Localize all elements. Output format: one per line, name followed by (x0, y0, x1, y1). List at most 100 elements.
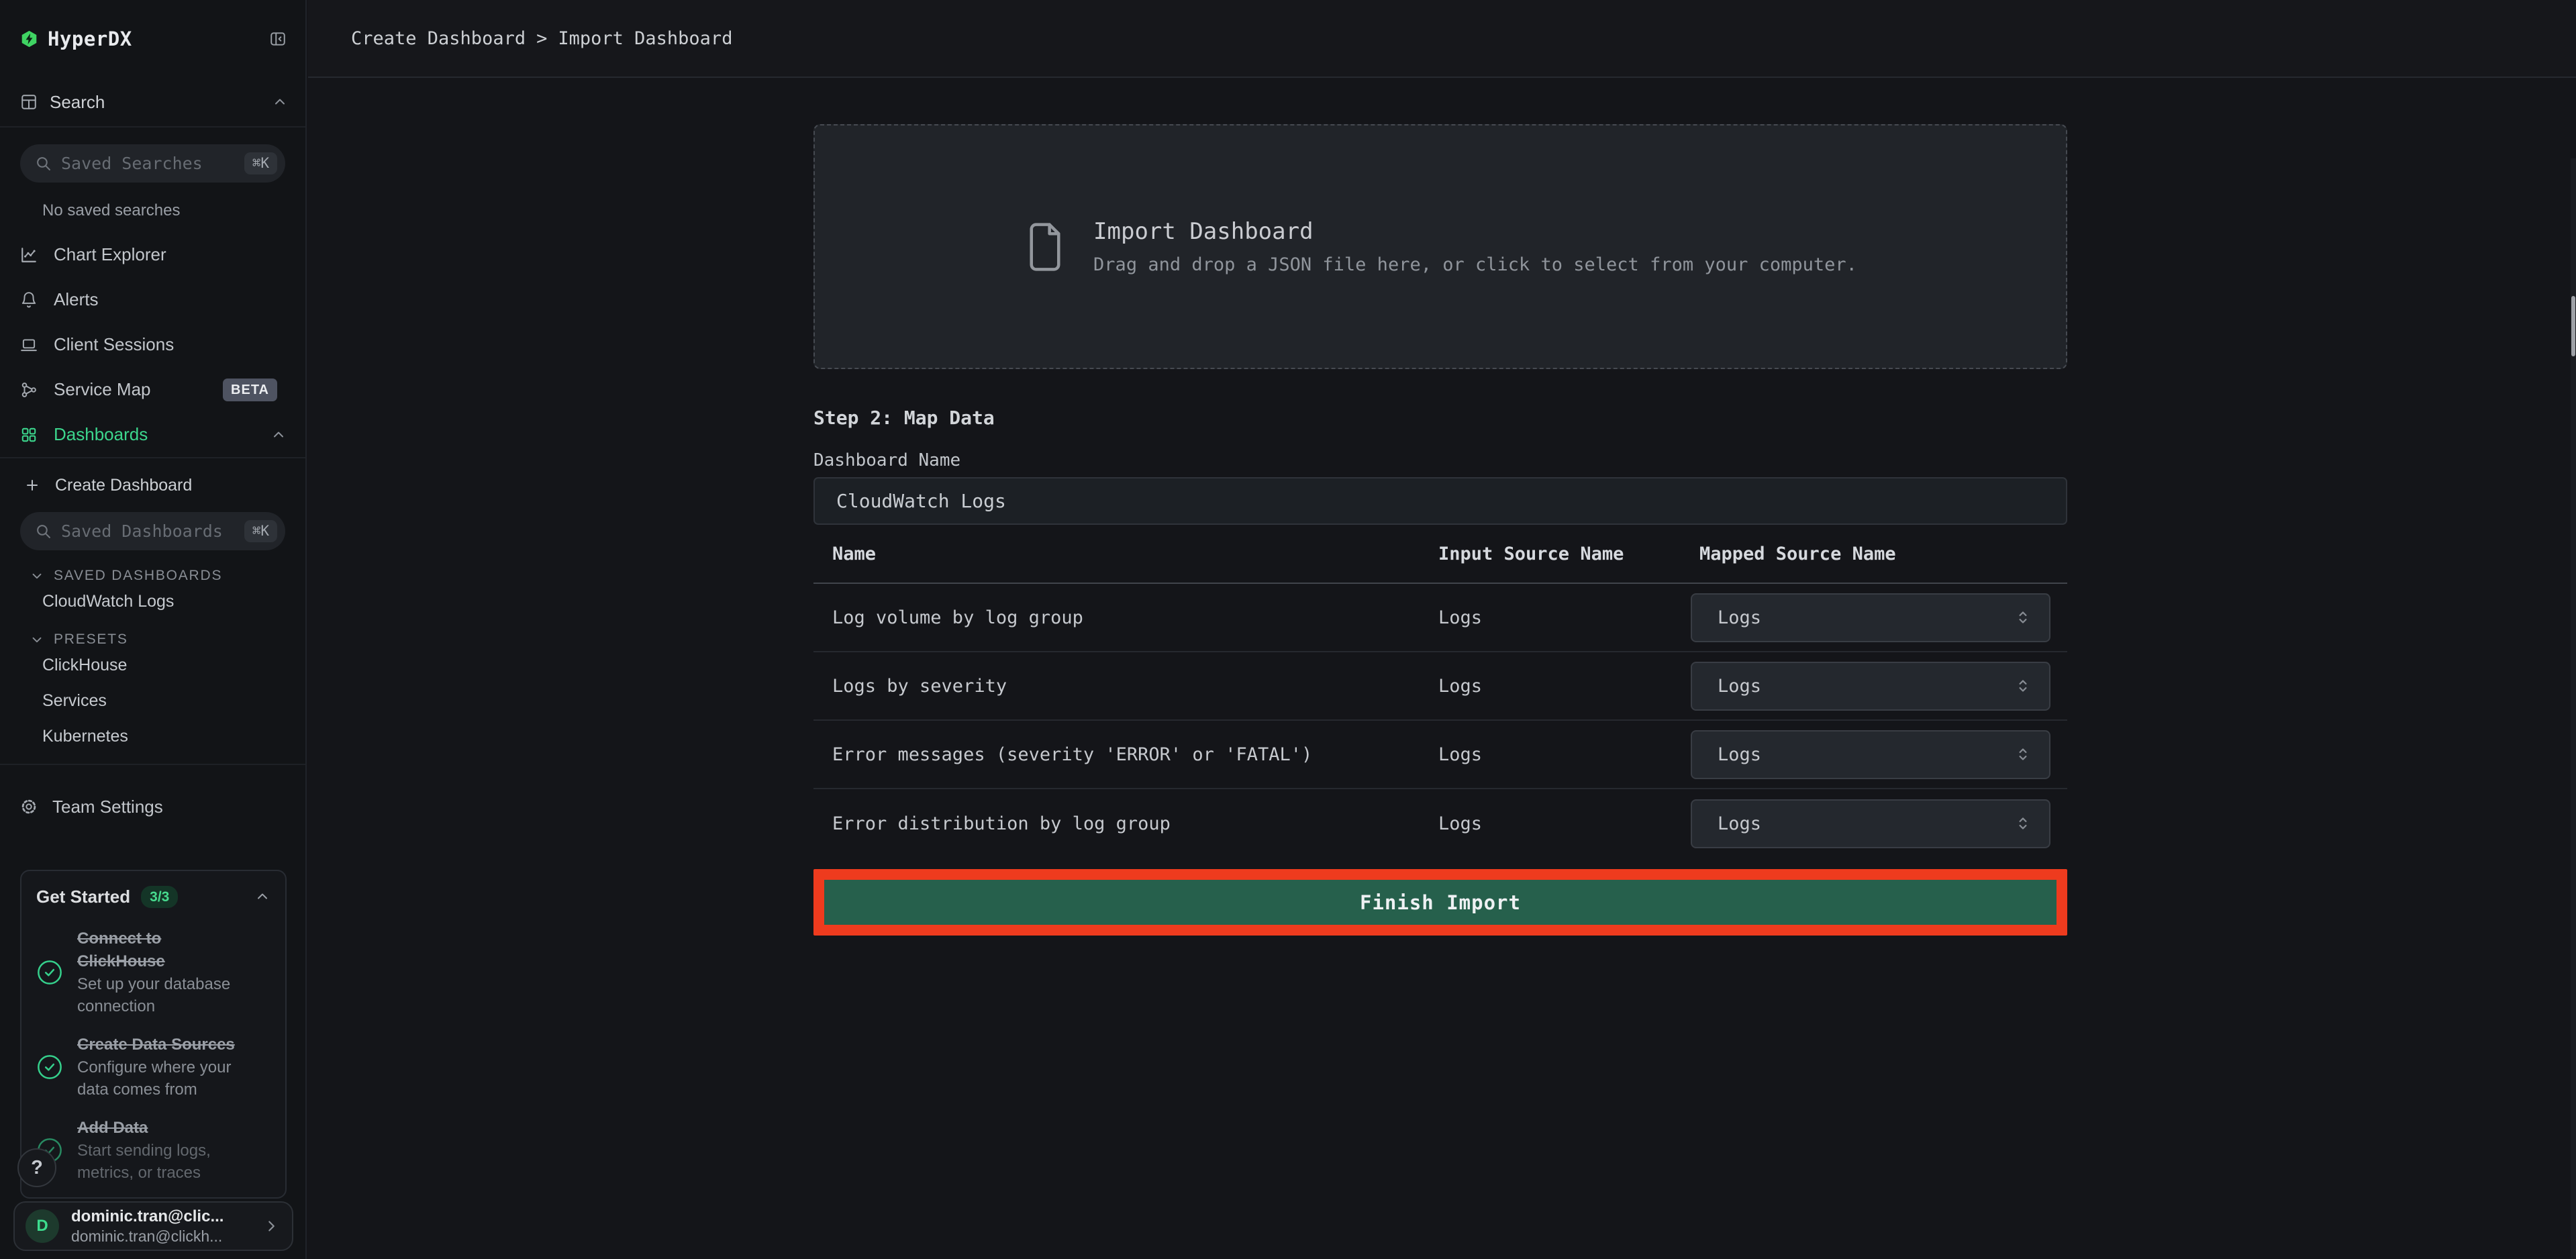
dashboard-name-label: Dashboard Name (813, 450, 2067, 470)
team-settings-button[interactable]: Team Settings (0, 783, 305, 831)
get-started-progress-badge: 3/3 (141, 886, 178, 908)
search-icon (35, 523, 52, 540)
laptop-icon (20, 336, 38, 354)
bell-icon (20, 291, 38, 309)
sidebar-item-chart-explorer[interactable]: Chart Explorer (0, 232, 305, 277)
logo-text: HyperDX (48, 28, 132, 50)
sidebar-item-alerts[interactable]: Alerts (0, 277, 305, 322)
service-map-icon (20, 381, 38, 399)
sidebar-item-label: Dashboards (54, 424, 148, 445)
check-circle-icon (36, 959, 63, 986)
create-dashboard-label: Create Dashboard (55, 476, 192, 495)
breadcrumb-import-dashboard[interactable]: Import Dashboard (558, 28, 732, 49)
mapped-source-select[interactable]: Logs (1691, 593, 2050, 642)
sidebar-header: HyperDX (0, 0, 305, 78)
chart-explorer-icon (20, 246, 38, 264)
mapped-source-value: Logs (1718, 676, 2013, 697)
scrollbar-track[interactable] (2571, 158, 2576, 1259)
collapse-sidebar-icon[interactable] (269, 30, 287, 48)
table-header-row: Name Input Source Name Mapped Source Nam… (813, 525, 2067, 584)
chevron-down-icon (30, 632, 44, 647)
topbar: Create Dashboard > Import Dashboard (308, 0, 2576, 78)
sidebar-item-service-map[interactable]: Service Map BETA (0, 367, 305, 412)
sidebar-section-search[interactable]: Search (0, 78, 305, 128)
group-label: SAVED DASHBOARDS (54, 568, 222, 584)
column-header-name: Name (813, 544, 1438, 564)
beta-badge: BETA (223, 379, 277, 401)
avatar: D (26, 1209, 59, 1243)
user-name: dominic.tran@clic... (71, 1207, 250, 1227)
saved-dashboards-searchbox[interactable]: ⌘K (20, 512, 285, 550)
get-started-item-title: Add Data (77, 1117, 245, 1140)
mapped-source-select[interactable]: Logs (1691, 799, 2050, 848)
chevron-right-icon (262, 1217, 280, 1235)
sidebar-item-label: Service Map (54, 379, 151, 400)
user-email: dominic.tran@clickh... (71, 1227, 250, 1246)
import-dropzone[interactable]: Import Dashboard Drag and drop a JSON fi… (813, 124, 2067, 369)
source-mapping-table: Name Input Source Name Mapped Source Nam… (813, 525, 2067, 858)
get-started-title: Get Started (36, 887, 130, 907)
dashboards-icon (20, 426, 38, 444)
search-section-label: Search (50, 92, 105, 113)
preset-services[interactable]: Services (0, 683, 305, 719)
file-icon (1024, 219, 1067, 275)
breadcrumb: Create Dashboard > Import Dashboard (351, 28, 732, 49)
input-source-cell: Logs (1438, 744, 1691, 765)
group-label: PRESETS (54, 632, 128, 648)
table-row: Log volume by log group Logs Logs (813, 584, 2067, 652)
chart-name-cell: Error distribution by log group (813, 813, 1438, 834)
group-saved-dashboards[interactable]: SAVED DASHBOARDS (30, 568, 305, 584)
no-saved-searches-text: No saved searches (42, 201, 305, 220)
saved-searches-input[interactable] (61, 154, 235, 173)
select-updown-icon (2013, 676, 2033, 696)
input-source-cell: Logs (1438, 676, 1691, 697)
get-started-item-subtitle: Set up your database connection (77, 973, 245, 1017)
get-started-item-title: Connect to ClickHouse (77, 927, 245, 973)
group-presets[interactable]: PRESETS (30, 632, 305, 648)
hyperdx-logo-icon (20, 30, 38, 48)
sidebar-item-dashboards[interactable]: Dashboards (0, 412, 305, 457)
preset-kubernetes[interactable]: Kubernetes (0, 719, 305, 754)
get-started-header[interactable]: Get Started 3/3 (36, 882, 285, 911)
dropzone-subtitle: Drag and drop a JSON file here, or click… (1093, 254, 1857, 275)
sidebar-item-client-sessions[interactable]: Client Sessions (0, 322, 305, 367)
create-dashboard-button[interactable]: Create Dashboard (0, 458, 305, 512)
column-header-input-source: Input Source Name (1438, 544, 1691, 564)
check-circle-icon (36, 1054, 63, 1080)
dashboard-name-input[interactable] (813, 477, 2067, 525)
shortcut-chip: ⌘K (244, 520, 277, 542)
get-started-item-connect[interactable]: Connect to ClickHouse Set up your databa… (36, 927, 285, 1017)
search-section-icon (20, 93, 38, 111)
help-button[interactable]: ? (17, 1148, 56, 1187)
chevron-up-icon (270, 427, 287, 443)
saved-searches-searchbox[interactable]: ⌘K (20, 144, 285, 183)
get-started-item-subtitle: Start sending logs, metrics, or traces (77, 1140, 245, 1184)
mapped-source-value: Logs (1718, 744, 2013, 765)
preset-clickhouse[interactable]: ClickHouse (0, 648, 305, 683)
get-started-item-add-data[interactable]: Add Data Start sending logs, metrics, or… (36, 1117, 285, 1184)
get-started-item-title: Create Data Sources (77, 1034, 245, 1056)
get-started-item-subtitle: Configure where your data comes from (77, 1056, 245, 1101)
divider (0, 764, 305, 765)
breadcrumb-create-dashboard[interactable]: Create Dashboard (351, 28, 526, 49)
hyperdx-logo[interactable]: HyperDX (20, 28, 132, 50)
user-menu[interactable]: D dominic.tran@clic... dominic.tran@clic… (13, 1201, 293, 1251)
finish-import-button[interactable]: Finish Import (824, 880, 2057, 925)
input-source-cell: Logs (1438, 813, 1691, 834)
dropzone-title: Import Dashboard (1093, 218, 1857, 245)
saved-dashboard-cloudwatch-logs[interactable]: CloudWatch Logs (0, 584, 305, 619)
get-started-item-sources[interactable]: Create Data Sources Configure where your… (36, 1034, 285, 1101)
search-icon (35, 155, 52, 172)
chart-name-cell: Log volume by log group (813, 607, 1438, 628)
scrollbar-thumb[interactable] (2571, 296, 2575, 356)
table-row: Logs by severity Logs Logs (813, 652, 2067, 721)
sidebar-item-label: Chart Explorer (54, 244, 166, 265)
step-label: Step 2: Map Data (813, 407, 2067, 429)
sidebar-nav: Chart Explorer Alerts Client Sessions (0, 232, 305, 457)
plus-icon (24, 477, 40, 493)
saved-dashboards-input[interactable] (61, 521, 235, 541)
chevron-down-icon (30, 568, 44, 583)
mapped-source-select[interactable]: Logs (1691, 730, 2050, 779)
shortcut-chip: ⌘K (244, 152, 277, 174)
mapped-source-select[interactable]: Logs (1691, 662, 2050, 711)
